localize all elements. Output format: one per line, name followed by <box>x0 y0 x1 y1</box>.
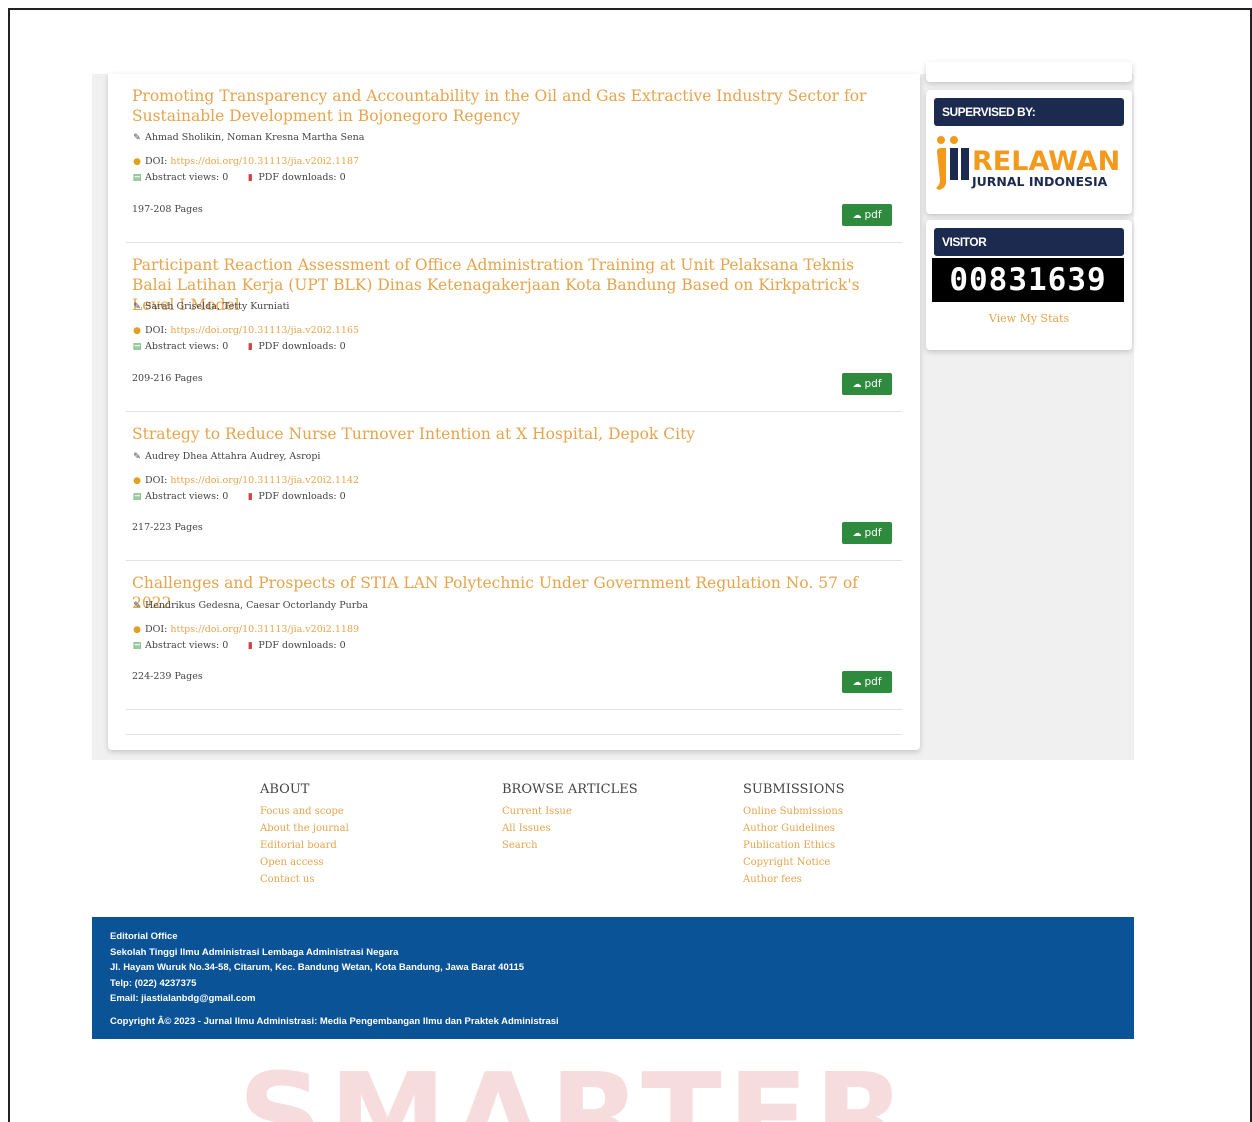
article-pages: 209-216 Pages <box>132 373 203 384</box>
article-authors: ✎ Ahmad Sholikin, Noman Kresna Martha Sen… <box>133 132 365 143</box>
cloud-download-icon: ☁ <box>852 678 862 688</box>
footer-link[interactable]: Publication Ethics <box>743 837 845 854</box>
article-doi: ● DOI: https://doi.org/10.31113/jia.v20i2… <box>133 475 360 486</box>
pdf-button[interactable]: ☁ pdf <box>842 373 892 395</box>
cloud-download-icon: ☁ <box>852 380 862 390</box>
article-title[interactable]: Promoting Transparency and Accountabilit… <box>132 86 872 126</box>
article-pages: 197-208 Pages <box>132 204 203 215</box>
user-icon: ✎ <box>133 133 141 143</box>
visitor-card: VISITOR 00831639 View My Stats <box>926 220 1132 350</box>
footer-link[interactable]: Contact us <box>260 871 349 888</box>
article-stats: ▤ Abstract views: 0 ▮ PDF downloads: 0 <box>132 341 346 352</box>
footer-link[interactable]: Author Guidelines <box>743 820 845 837</box>
article-stats: ▤ Abstract views: 0 ▮ PDF downloads: 0 <box>132 172 346 183</box>
divider <box>126 734 902 735</box>
sidebar-card-top <box>926 62 1132 82</box>
chart-icon: ▤ <box>132 641 142 651</box>
article-doi: ● DOI: https://doi.org/10.31113/jia.v20i2… <box>133 156 360 167</box>
doi-link[interactable]: https://doi.org/10.31113/jia.v20i2.1142 <box>170 475 359 486</box>
pdf-file-icon: ▮ <box>247 641 253 651</box>
article-stats: ▤ Abstract views: 0 ▮ PDF downloads: 0 <box>132 491 346 502</box>
pdf-file-icon: ▮ <box>247 492 253 502</box>
rji-logo[interactable]: RELAWAN JURNAL INDONESIA <box>934 130 1124 192</box>
article-item: Promoting Transparency and Accountabilit… <box>126 86 902 243</box>
supervised-heading: SUPERVISED BY: <box>934 98 1124 126</box>
footer-about: ABOUT Focus and scope About the journal … <box>260 782 349 888</box>
footer-link[interactable]: Open access <box>260 854 349 871</box>
watermark: SMARTER <box>238 1047 912 1122</box>
pdf-file-icon: ▮ <box>247 173 253 183</box>
doi-link[interactable]: https://doi.org/10.31113/jia.v20i2.1165 <box>170 325 359 336</box>
footer-link[interactable]: Copyright Notice <box>743 854 845 871</box>
user-icon: ✎ <box>133 601 141 611</box>
article-title[interactable]: Strategy to Reduce Nurse Turnover Intent… <box>132 424 872 444</box>
footer-link[interactable]: Current Issue <box>502 803 638 820</box>
pdf-button[interactable]: ☁ pdf <box>842 671 892 693</box>
user-icon: ✎ <box>133 452 141 462</box>
footer-link[interactable]: Focus and scope <box>260 803 349 820</box>
copyright: Copyright Â© 2023 - Jurnal Ilmu Administ… <box>110 1016 559 1027</box>
cloud-download-icon: ☁ <box>852 211 862 221</box>
footer-about-heading: ABOUT <box>260 782 310 797</box>
footer-link[interactable]: About the journal <box>260 820 349 837</box>
doi-icon: ● <box>133 625 141 635</box>
footer-link[interactable]: Online Submissions <box>743 803 845 820</box>
footer-link[interactable]: All Issues <box>502 820 638 837</box>
cloud-download-icon: ☁ <box>852 529 862 539</box>
chart-icon: ▤ <box>132 342 142 352</box>
article-pages: 217-223 Pages <box>132 522 203 533</box>
footer-link[interactable]: Author fees <box>743 871 845 888</box>
institution-name: Sekolah Tinggi Ilmu Administrasi Lembaga… <box>110 947 399 958</box>
doi-link[interactable]: https://doi.org/10.31113/jia.v20i2.1187 <box>170 156 359 167</box>
address: Jl. Hayam Wuruk No.34-58, Citarum, Kec. … <box>110 962 525 973</box>
article-item: Participant Reaction Assessment of Offic… <box>126 255 902 412</box>
doi-icon: ● <box>133 157 141 167</box>
article-authors: ✎ Audrey Dhea Attahra Audrey, Asropi <box>133 451 321 462</box>
footer-link[interactable]: Editorial board <box>260 837 349 854</box>
chart-icon: ▤ <box>132 492 142 502</box>
article-authors: ✎ Hendrikus Gedesna, Caesar Octorlandy Pu… <box>133 600 368 611</box>
doi-link[interactable]: https://doi.org/10.31113/jia.v20i2.1189 <box>170 624 359 635</box>
logo-text-main: RELAWAN <box>972 146 1120 177</box>
footer-link[interactable]: Search <box>502 837 638 854</box>
pdf-button[interactable]: ☁ pdf <box>842 522 892 544</box>
article-doi: ● DOI: https://doi.org/10.31113/jia.v20i2… <box>133 624 360 635</box>
footer-bar: Editorial Office Sekolah Tinggi Ilmu Adm… <box>92 917 1134 1039</box>
footer-submissions-heading: SUBMISSIONS <box>743 782 845 797</box>
article-list-card: Promoting Transparency and Accountabilit… <box>108 74 920 750</box>
editorial-office: Editorial Office <box>110 931 178 942</box>
chart-icon: ▤ <box>132 173 142 183</box>
article-stats: ▤ Abstract views: 0 ▮ PDF downloads: 0 <box>132 640 346 651</box>
doi-icon: ● <box>133 476 141 486</box>
visitor-counter: 00831639 <box>932 258 1124 302</box>
article-item: Challenges and Prospects of STIA LAN Pol… <box>126 573 902 710</box>
footer-browse: BROWSE ARTICLES Current Issue All Issues… <box>502 782 638 854</box>
supervised-by-card: SUPERVISED BY: RELAWAN JURNAL INDONESIA <box>926 90 1132 214</box>
rji-logo-graphic: RELAWAN JURNAL INDONESIA <box>936 136 1120 190</box>
article-pages: 224-239 Pages <box>132 671 203 682</box>
user-icon: ✎ <box>133 302 141 312</box>
view-stats-link[interactable]: View My Stats <box>926 312 1132 325</box>
phone: Telp: (022) 4237375 <box>110 978 197 989</box>
pdf-file-icon: ▮ <box>247 342 253 352</box>
article-authors: ✎ Sarah Griselda, Tetty Kurniati <box>133 301 290 312</box>
pdf-button[interactable]: ☁ pdf <box>842 204 892 226</box>
doi-icon: ● <box>133 326 141 336</box>
footer-browse-heading: BROWSE ARTICLES <box>502 782 638 797</box>
logo-text-sub: JURNAL INDONESIA <box>971 174 1108 189</box>
email: Email: jiastialanbdg@gmail.com <box>110 993 256 1004</box>
visitor-heading: VISITOR <box>934 228 1124 256</box>
footer-submissions: SUBMISSIONS Online Submissions Author Gu… <box>743 782 845 888</box>
article-doi: ● DOI: https://doi.org/10.31113/jia.v20i2… <box>133 325 360 336</box>
article-item: Strategy to Reduce Nurse Turnover Intent… <box>126 424 902 561</box>
